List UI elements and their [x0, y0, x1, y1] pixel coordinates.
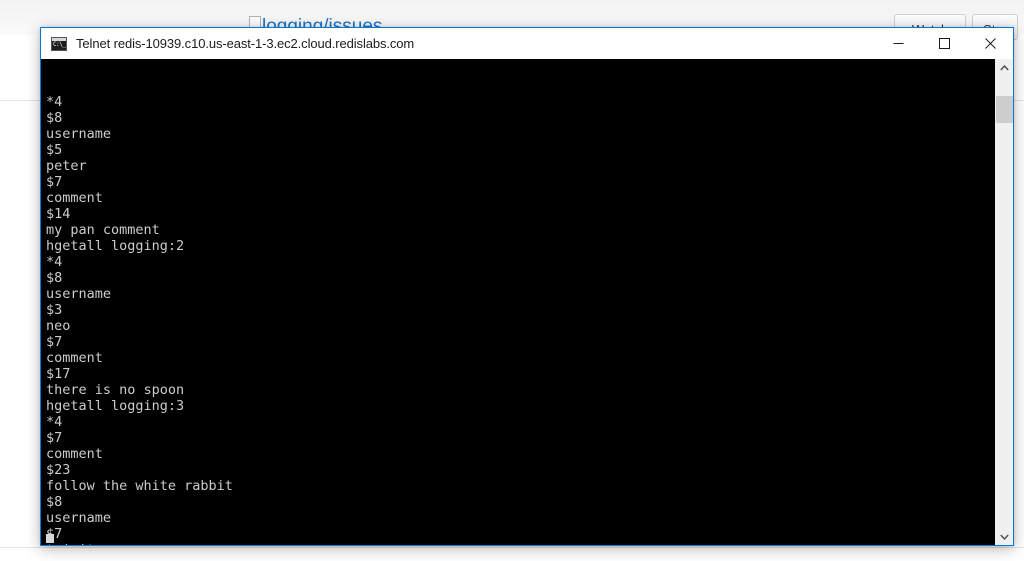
background-divider-bottom	[0, 547, 1024, 548]
terminal-line: username	[46, 286, 112, 302]
terminal-line: trinity	[46, 542, 995, 545]
title-bar[interactable]: Telnet redis-10939.c10.us-east-1-3.ec2.c…	[41, 28, 1013, 59]
terminal-line: $3	[46, 302, 63, 318]
terminal-line: *4	[46, 254, 63, 270]
telnet-console-window[interactable]: Telnet redis-10939.c10.us-east-1-3.ec2.c…	[40, 27, 1014, 546]
terminal-line: there is no spoon	[46, 382, 185, 398]
terminal-line: $8	[46, 110, 63, 126]
terminal-line: hgetall logging:3	[46, 398, 185, 414]
terminal-line: $7	[46, 174, 63, 190]
terminal-line: $8	[46, 494, 63, 510]
terminal-line: my pan comment	[46, 222, 160, 238]
window-title: Telnet redis-10939.c10.us-east-1-3.ec2.c…	[76, 36, 415, 51]
terminal-line: $17	[46, 366, 71, 382]
console-icon	[51, 36, 67, 51]
terminal-lines: *4 $8 username $5 peter $7 comment $14 my pan co…	[46, 94, 995, 545]
background-page-heading: logging/issues	[262, 16, 383, 28]
terminal-line: comment	[46, 190, 103, 206]
close-button[interactable]	[967, 28, 1013, 59]
scrollbar-thumb[interactable]	[996, 96, 1013, 123]
vertical-scrollbar[interactable]	[995, 59, 1013, 545]
terminal-line: username	[46, 126, 112, 142]
chevron-up-icon[interactable]	[996, 59, 1013, 76]
terminal-line: comment	[46, 446, 103, 462]
minimize-button[interactable]	[875, 28, 921, 59]
terminal-line: $8	[46, 270, 63, 286]
terminal-area[interactable]: *4 $8 username $5 peter $7 comment $14 my pan co…	[41, 59, 1013, 545]
terminal-line: $14	[46, 206, 71, 222]
terminal-line: $5	[46, 142, 63, 158]
terminal-line: username	[46, 510, 112, 526]
terminal-line: *4	[46, 414, 63, 430]
terminal-line: neo	[46, 318, 71, 334]
window-controls	[875, 28, 1013, 59]
terminal-line: $7	[46, 430, 63, 446]
terminal-line: $7	[46, 526, 63, 542]
terminal-line: *4	[46, 94, 63, 110]
terminal-line: comment	[46, 350, 103, 366]
terminal-line: $7	[46, 334, 63, 350]
chevron-down-icon[interactable]	[996, 528, 1013, 545]
terminal-line: follow the white rabbit	[46, 478, 233, 494]
terminal-line: peter	[46, 158, 87, 174]
terminal-cursor	[46, 534, 54, 543]
terminal-output[interactable]: *4 $8 username $5 peter $7 comment $14 my pan co…	[41, 59, 995, 545]
terminal-line: hgetall logging:2	[46, 238, 185, 254]
maximize-button[interactable]	[921, 28, 967, 59]
terminal-line: $23	[46, 462, 71, 478]
